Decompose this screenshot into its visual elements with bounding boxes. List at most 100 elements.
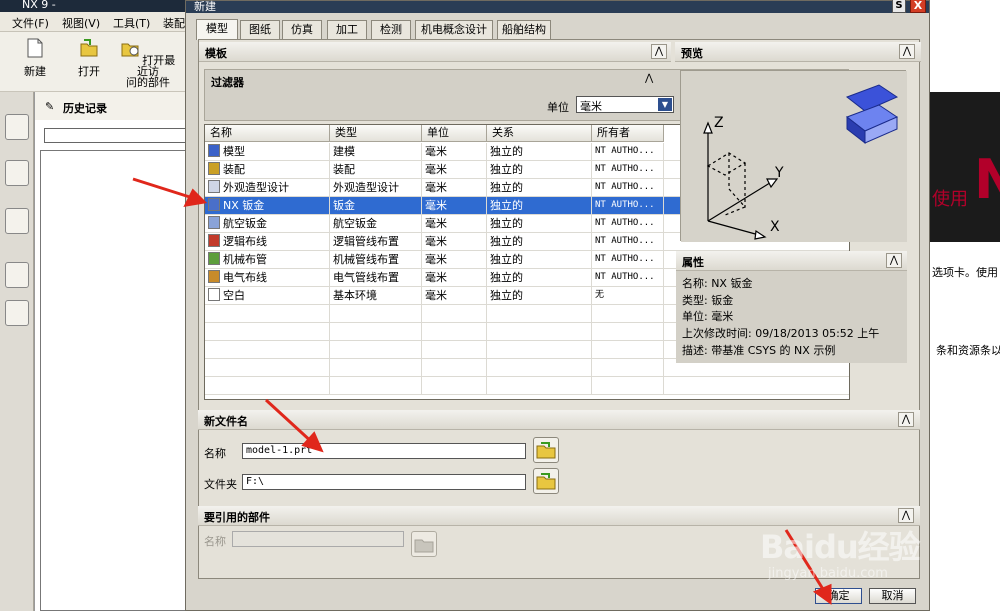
cell-relation-text: 独立的 xyxy=(490,289,523,302)
cell-relation-text: 独立的 xyxy=(490,253,523,266)
col-header-owner[interactable]: 所有者 xyxy=(592,125,664,142)
browse-name-button[interactable] xyxy=(533,437,559,463)
cell-unit: 毫米 xyxy=(422,179,487,197)
new-button[interactable]: 新建 xyxy=(20,38,50,77)
col-header-name[interactable]: 名称 xyxy=(205,125,330,142)
cell-relation-text: 独立的 xyxy=(490,199,523,212)
template-icon xyxy=(208,180,220,193)
cell-type-text: 外观造型设计 xyxy=(333,181,399,194)
cell-unit-text: 毫米 xyxy=(425,163,447,176)
empty-cell xyxy=(422,377,487,395)
open-button[interactable]: 打开 xyxy=(74,38,104,77)
preview-collapse-icon[interactable]: ⋀ xyxy=(899,44,915,59)
empty-cell xyxy=(487,377,592,395)
tab-simulation[interactable]: 仿真 xyxy=(282,20,322,39)
baidu-watermark: Baidu经验 jingyan.baidu.com xyxy=(760,500,960,600)
cell-relation-text: 独立的 xyxy=(490,163,523,176)
cell-owner-text: NT AUTHO... xyxy=(595,218,655,228)
app-toolbar: 新建 打开 打开最近访 问的部件 xyxy=(0,32,185,92)
cell-name: 逻辑布线 xyxy=(205,233,330,251)
cell-owner-text: NT AUTHO... xyxy=(595,182,655,192)
cell-owner: 无 xyxy=(592,287,664,305)
cell-owner: NT AUTHO... xyxy=(592,143,664,161)
pin-icon[interactable]: ✎ xyxy=(45,100,54,113)
cell-type-text: 电气管线布置 xyxy=(333,271,399,284)
open-recent-label-1: 打开最近访 xyxy=(137,54,176,78)
welcome-text-2: 条和资源条以此 xyxy=(936,344,1000,357)
tab-drawing[interactable]: 图纸 xyxy=(240,20,280,39)
cell-owner-text: NT AUTHO... xyxy=(595,254,655,264)
cell-type: 航空钣金 xyxy=(330,215,422,233)
file-name-label: 名称 xyxy=(204,447,226,460)
folder-input[interactable]: F:\ xyxy=(242,474,526,490)
cell-relation: 独立的 xyxy=(487,197,592,215)
cell-relation: 独立的 xyxy=(487,143,592,161)
cell-type-text: 钣金 xyxy=(333,199,355,212)
roles-icon[interactable] xyxy=(5,208,29,234)
cell-type-text: 机械管线布置 xyxy=(333,253,399,266)
col-header-type[interactable]: 类型 xyxy=(330,125,422,142)
app-title: NX 9 - xyxy=(22,0,56,11)
cell-unit-text: 毫米 xyxy=(425,289,447,302)
menu-view[interactable]: 视图(V) xyxy=(62,15,100,31)
folder-icon xyxy=(536,473,556,490)
cell-type: 建模 xyxy=(330,143,422,161)
new-file-collapse-icon[interactable]: ⋀ xyxy=(898,412,914,427)
cell-relation-text: 独立的 xyxy=(490,271,523,284)
prop-modified: 上次修改时间: 09/18/2013 05:52 上午 xyxy=(682,327,880,340)
chevron-down-icon[interactable]: ▼ xyxy=(658,98,672,111)
cell-owner: NT AUTHO... xyxy=(592,251,664,269)
cell-name: 航空钣金 xyxy=(205,215,330,233)
templates-section-header: 模板 ⋀ xyxy=(199,42,671,62)
file-name-input[interactable]: model-1.prt xyxy=(242,443,526,459)
prop-type: 类型: 钣金 xyxy=(682,294,734,307)
tab-ship-structure[interactable]: 船舶结构 xyxy=(497,20,551,39)
cell-unit: 毫米 xyxy=(422,251,487,269)
cell-name-text: 电气布线 xyxy=(223,271,267,284)
tab-model[interactable]: 模型 xyxy=(196,19,238,40)
assembly-navigator-icon[interactable] xyxy=(5,114,29,140)
cell-unit-text: 毫米 xyxy=(425,271,447,284)
help-icon[interactable]: S xyxy=(892,0,906,13)
empty-cell xyxy=(205,323,330,341)
col-header-unit[interactable]: 单位 xyxy=(422,125,487,142)
col-header-relation[interactable]: 关系 xyxy=(487,125,592,142)
cell-owner: NT AUTHO... xyxy=(592,161,664,179)
templates-section-title: 模板 xyxy=(205,47,227,60)
menu-file[interactable]: 文件(F) xyxy=(12,15,49,31)
templates-collapse-icon[interactable]: ⋀ xyxy=(651,44,667,59)
watermark-logo: Baidu经验 xyxy=(760,528,921,566)
unit-select[interactable]: 毫米 ▼ xyxy=(576,96,674,113)
tab-mechatronics[interactable]: 机电概念设计 xyxy=(415,20,493,39)
tab-inspection[interactable]: 检测 xyxy=(371,20,411,39)
close-icon[interactable]: X xyxy=(910,0,926,13)
history-search-input[interactable] xyxy=(44,128,186,143)
web-browser-icon[interactable] xyxy=(5,160,29,186)
filter-collapse-icon[interactable]: ⋀ xyxy=(645,73,653,84)
history-list[interactable] xyxy=(40,150,186,611)
empty-cell xyxy=(330,359,422,377)
history-clock-icon[interactable] xyxy=(5,262,29,288)
cell-name-text: 外观造型设计 xyxy=(223,181,289,194)
cell-type: 逻辑管线布置 xyxy=(330,233,422,251)
new-file-section-header: 新文件名 ⋀ xyxy=(198,410,920,430)
team-icon[interactable] xyxy=(5,300,29,326)
history-title: 历史记录 xyxy=(63,102,107,115)
cell-name: NX 钣金 xyxy=(205,197,330,215)
history-panel: ✎ 历史记录 xyxy=(34,92,186,611)
cell-owner-text: NT AUTHO... xyxy=(595,164,655,174)
empty-cell xyxy=(422,359,487,377)
properties-collapse-icon[interactable]: ⋀ xyxy=(886,253,902,268)
open-recent-button[interactable]: 打开最近访 问的部件 xyxy=(116,38,180,88)
recent-parts-icon xyxy=(121,43,139,57)
menu-assembly[interactable]: 装配 xyxy=(163,15,185,31)
menu-tools[interactable]: 工具(T) xyxy=(113,15,150,31)
tab-manufacturing[interactable]: 加工 xyxy=(327,20,367,39)
resource-bar xyxy=(0,92,34,611)
browse-folder-button[interactable] xyxy=(533,468,559,494)
cell-type: 外观造型设计 xyxy=(330,179,422,197)
welcome-text-1: 选项卡。使用 xyxy=(932,266,998,279)
cell-type-text: 基本环境 xyxy=(333,289,377,302)
app-menubar: 文件(F) 视图(V) 工具(T) 装配 xyxy=(0,12,185,32)
empty-cell xyxy=(487,305,592,323)
